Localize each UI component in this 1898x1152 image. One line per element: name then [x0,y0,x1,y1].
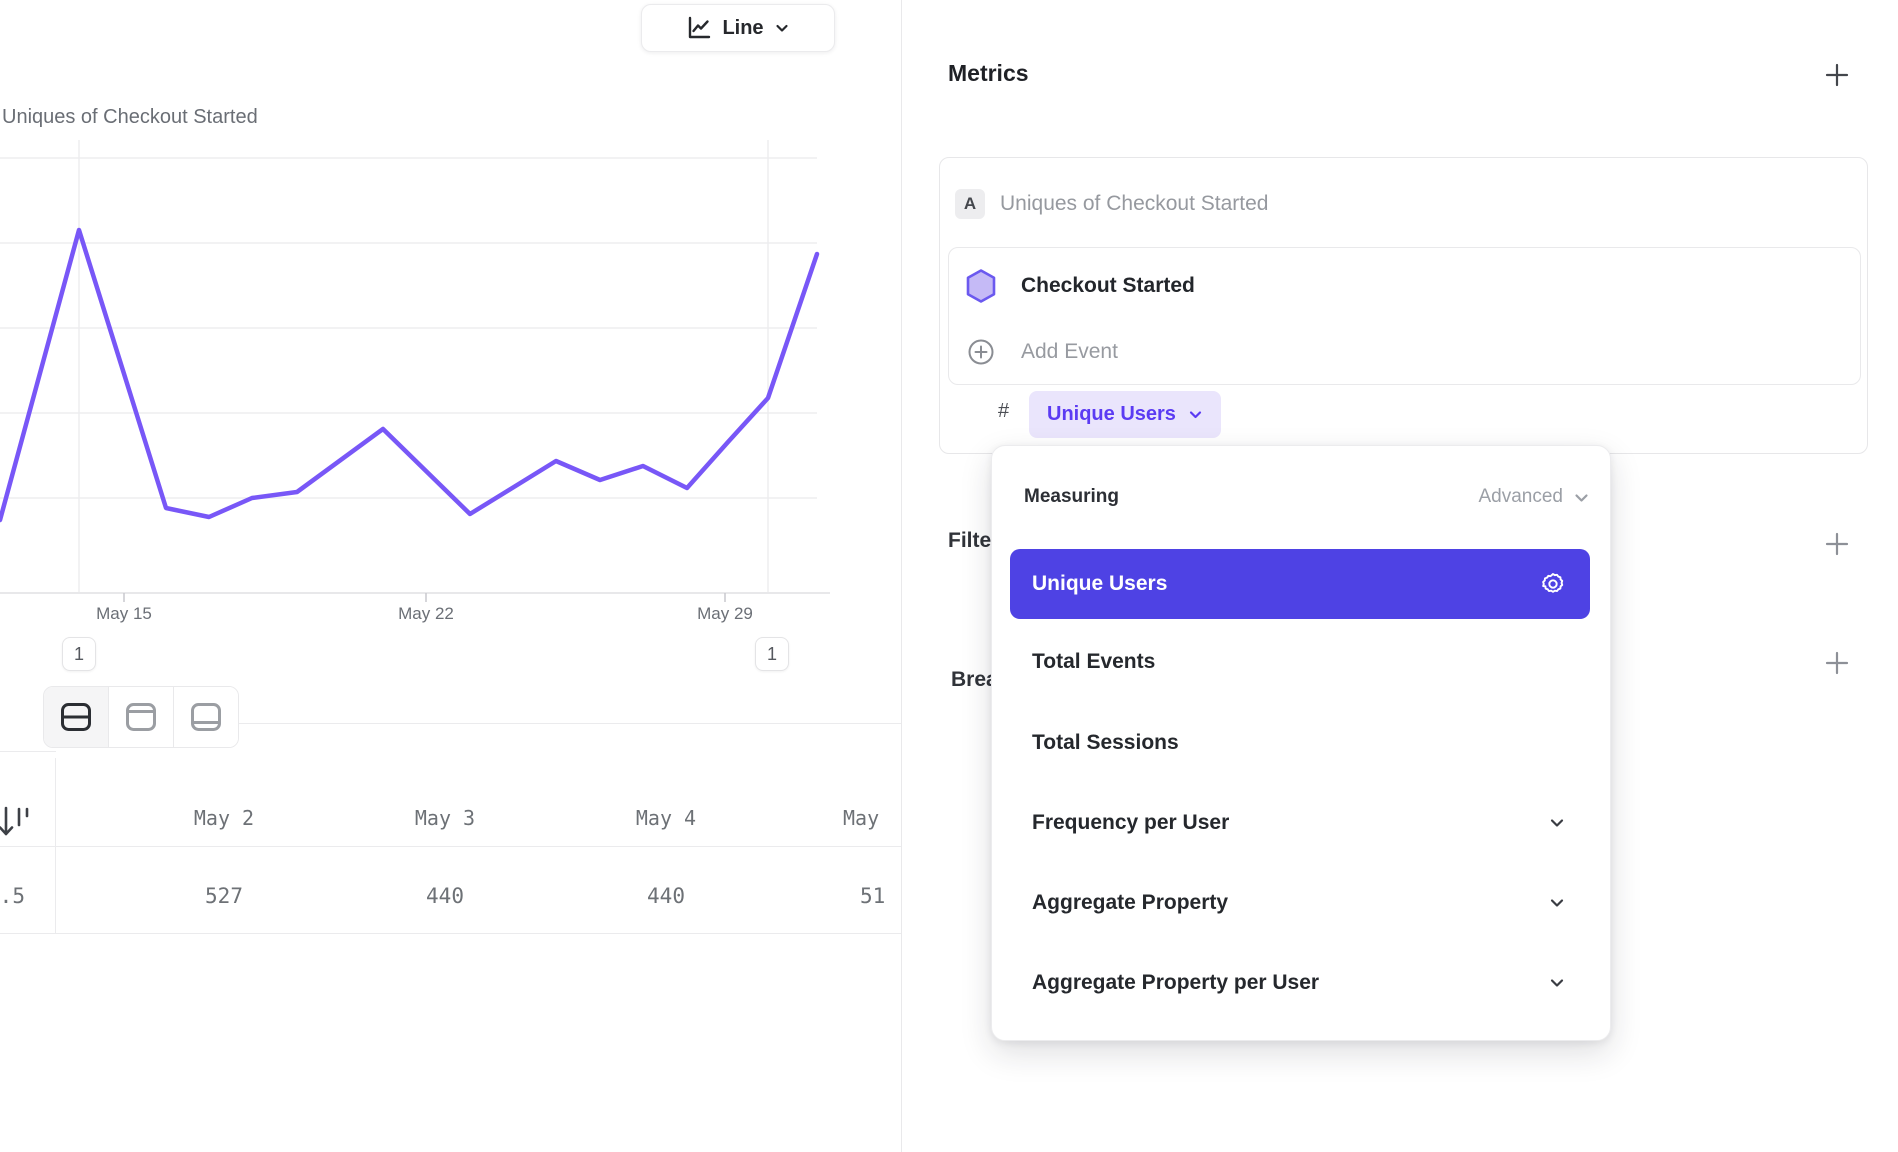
table-header-cell[interactable]: May 4 [586,806,746,830]
chevron-down-icon [1548,814,1566,832]
chevron-down-icon [774,20,790,36]
event-card: Checkout Started Add Event [948,247,1861,385]
gear-icon[interactable] [1540,571,1566,597]
panel-top-icon [125,702,157,732]
table-header-border [0,846,901,847]
dropdown-item-frequency-per-user[interactable]: Frequency per User [1010,794,1590,852]
chevron-down-icon [1188,407,1203,422]
add-event-icon [965,338,997,366]
pagination-badge[interactable]: 1 [755,637,789,671]
layout-panel-top-button[interactable] [109,687,174,747]
metric-card-title[interactable]: Uniques of Checkout Started [1000,192,1269,216]
item-label: Frequency per User [1032,811,1229,835]
metric-card: A Uniques of Checkout Started Checkout S… [939,157,1868,454]
chevron-down-icon [1548,974,1566,992]
measure-pill-button[interactable]: Unique Users [1029,391,1221,438]
event-hexagon-icon [965,268,997,304]
advanced-mode-toggle[interactable]: Advanced [1478,486,1590,508]
table-cell: 440 [586,884,746,908]
table-cell: 440 [365,884,525,908]
chart-layout-toggle-group [43,686,239,748]
table-header-cell[interactable]: May 2 [144,806,304,830]
add-filter-button[interactable] [1824,531,1850,557]
measure-prefix: # [998,400,1009,423]
measure-pill-label: Unique Users [1047,403,1176,426]
chevron-down-icon [1573,489,1590,506]
chevron-down-icon [1548,894,1566,912]
event-name: Checkout Started [1021,274,1195,298]
pagination-badge[interactable]: 1 [62,637,96,671]
dropdown-item-total-events[interactable]: Total Events [1010,633,1590,691]
table-row-header-fragment: 0.5 [0,884,36,908]
split-horizontal-icon [60,702,92,732]
layout-panel-bottom-button[interactable] [174,687,238,747]
series-checkout-started [0,230,817,520]
x-tick-label: May 15 [64,604,184,624]
section-divider [238,723,901,724]
metric-letter-badge: A [955,189,985,219]
add-event-row[interactable]: Add Event [965,335,1118,369]
dropdown-header-label: Measuring [1024,486,1119,508]
dropdown-item-total-sessions[interactable]: Total Sessions [1010,714,1590,772]
chart-type-button[interactable]: Line [641,4,835,52]
layout-split-horizontal-button[interactable] [44,687,109,747]
table-top-border [0,751,56,752]
add-metric-button[interactable] [1824,62,1850,88]
line-chart-icon [686,15,712,41]
line-chart [0,100,830,620]
insights-builder: Line Uniques of Checkout Started [0,0,1898,1152]
add-event-label: Add Event [1021,340,1118,364]
selected-item-label: Unique Users [1032,572,1167,596]
x-tick-label: May 29 [665,604,785,624]
chart-type-label: Line [722,17,763,40]
event-row[interactable]: Checkout Started [965,269,1195,303]
item-label: Aggregate Property [1032,891,1228,915]
metrics-panel: Metrics A Uniques of Checkout Started Ch… [901,0,1898,1152]
measuring-dropdown: Measuring Advanced Unique Users [991,445,1611,1041]
dropdown-item-aggregate-property-per-user[interactable]: Aggregate Property per User [1010,954,1590,1012]
item-label: Total Events [1032,650,1155,674]
dropdown-item-unique-users[interactable]: Unique Users [1010,549,1590,619]
sort-descending-icon[interactable] [0,804,32,842]
table-header-cell[interactable]: May 3 [365,806,525,830]
add-breakdown-button[interactable] [1824,650,1850,676]
dropdown-item-aggregate-property[interactable]: Aggregate Property [1010,874,1590,932]
table-row-border [0,933,901,934]
table-cell: 527 [144,884,304,908]
item-label: Total Sessions [1032,731,1179,755]
item-label: Aggregate Property per User [1032,971,1319,995]
x-tick-label: May 22 [366,604,486,624]
metrics-panel-title: Metrics [948,60,1029,87]
advanced-label: Advanced [1478,486,1563,508]
panel-bottom-icon [190,702,222,732]
